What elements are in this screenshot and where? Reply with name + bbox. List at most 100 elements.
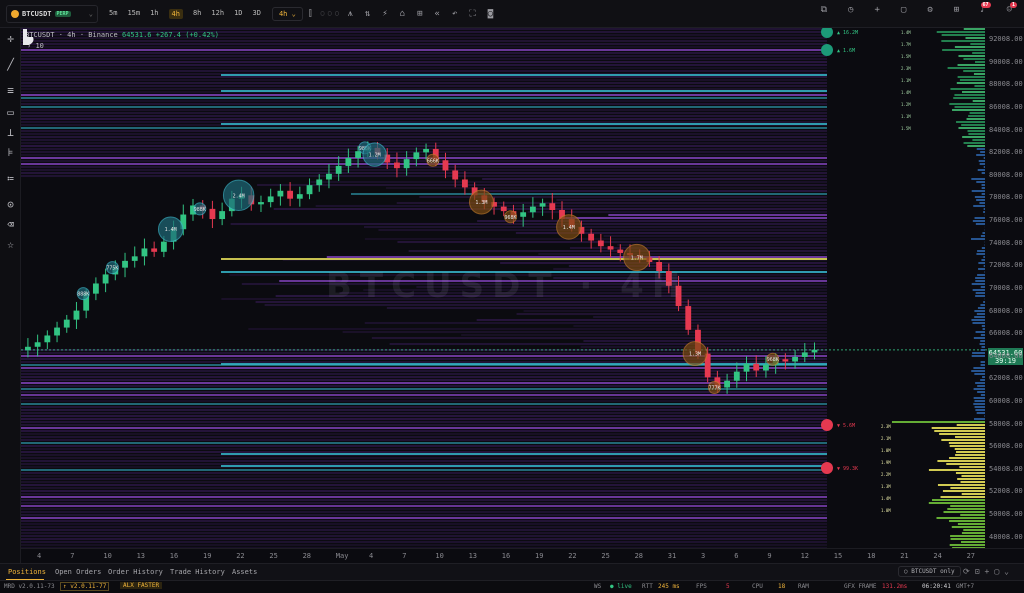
depth-bar — [981, 193, 985, 195]
heat-band — [21, 541, 827, 543]
depth-bar — [963, 28, 985, 30]
popout-icon[interactable]: ⧉ — [821, 5, 827, 15]
timeframe-1D[interactable]: 1D — [234, 9, 242, 19]
liquidity-wall — [221, 258, 827, 260]
heat-band — [21, 511, 827, 513]
star-icon[interactable]: ☆ — [4, 238, 17, 251]
depth-bar — [960, 541, 985, 543]
heat-band — [21, 409, 827, 411]
depth-label: 1.7M — [901, 42, 911, 47]
x-tick: 19 — [203, 552, 212, 560]
depth-label: 1.1M — [901, 114, 911, 119]
trade-bubble-label: 1.4M — [165, 227, 177, 233]
price-axis[interactable]: 64531.60 39:19 92008.00 90008.00 88008.00 8… — [987, 28, 1024, 548]
ws-label: WS — [594, 583, 602, 590]
x-tick: 22 — [568, 552, 577, 560]
timeframe-8h[interactable]: 8h — [193, 9, 201, 19]
tab-open-orders[interactable]: Open Orders — [55, 568, 101, 576]
timeframe-12h[interactable]: 12h — [211, 9, 224, 19]
undo-icon[interactable]: ↶ — [452, 9, 457, 19]
depth-bar — [934, 430, 985, 432]
chart-type-select[interactable]: ▢ ▢ ▢ — [321, 10, 339, 17]
depth-bar — [975, 277, 985, 279]
heat-band — [21, 169, 827, 171]
tab-trade-history[interactable]: Trade History — [170, 568, 225, 576]
trade-bubble-label: 775K — [106, 266, 118, 272]
heat-band — [21, 145, 827, 147]
heat-band — [21, 397, 827, 399]
timeframe-3D[interactable]: 3D — [253, 9, 261, 19]
depth-bar — [983, 211, 985, 213]
timeframe-15m[interactable]: 15m — [127, 9, 140, 19]
depth-bar — [963, 142, 985, 144]
bell-icon[interactable]: ♪ 67 — [980, 2, 991, 15]
candle-type-icon[interactable]: ⫿ — [309, 9, 312, 19]
user-icon[interactable]: ☺ 1 — [1007, 2, 1017, 15]
magnet-icon[interactable]: ⊙ — [4, 198, 17, 211]
y-tick: 84008.00 — [989, 125, 1023, 134]
trade-bubble-label: 1.3M — [689, 352, 701, 358]
depth-bar — [977, 391, 985, 393]
symbol-filter-toggle[interactable]: ○ BTCUSDT only — [898, 566, 961, 577]
candle-body — [539, 203, 546, 207]
depth-bar — [974, 406, 985, 408]
depth-bar — [974, 316, 985, 318]
candle-body — [763, 364, 769, 371]
layout-icon[interactable]: ⊞ — [417, 9, 422, 19]
x-tick: 10 — [435, 552, 444, 560]
candle-body — [394, 162, 400, 169]
candle-body — [403, 159, 410, 169]
order-marker — [821, 28, 833, 38]
trash-icon[interactable]: ⌫ — [4, 218, 17, 231]
candle-body — [500, 206, 507, 212]
grid-icon[interactable]: ⊞ — [954, 5, 959, 15]
symbol-selector[interactable]: BTCUSDT PERP ⌄ — [6, 4, 98, 23]
position-icon[interactable]: ⊧ — [4, 146, 17, 159]
timeframe-5m[interactable]: 5m — [109, 9, 117, 19]
add-icon[interactable]: + — [874, 5, 879, 15]
lightning-icon[interactable]: ⚡ — [382, 9, 387, 19]
tab-order-history[interactable]: Order History — [108, 568, 163, 576]
build-badge: ↑ v2.0.11-77 — [60, 582, 110, 591]
depth-bar — [970, 43, 985, 45]
timeframe-4h[interactable]: 4h — [168, 8, 183, 19]
measure-icon[interactable]: ⊥ — [4, 126, 17, 139]
fib-icon[interactable]: ≡ — [4, 84, 17, 97]
depth-bar — [936, 517, 985, 519]
trendline-icon[interactable]: ╱ — [4, 58, 17, 71]
tab-positions[interactable]: Positions — [8, 568, 46, 576]
window-icon[interactable]: ▢ — [901, 5, 906, 15]
compare-icon[interactable]: ⇅ — [365, 9, 370, 19]
depth-bar — [981, 247, 985, 249]
depth-bar — [972, 52, 985, 54]
heat-band — [21, 469, 827, 471]
depth-bar — [976, 199, 985, 201]
x-tick: 18 — [867, 552, 876, 560]
camera-icon[interactable]: ◙ — [488, 9, 493, 19]
text-icon[interactable]: ≔ — [4, 172, 17, 185]
heat-band — [21, 106, 827, 108]
indicators-icon[interactable]: ⩚ — [348, 9, 353, 19]
crosshair-icon[interactable]: ✛ — [4, 32, 17, 45]
settings-icon[interactable]: ⚙ — [927, 5, 932, 15]
depth-bar — [979, 343, 985, 345]
replay-icon[interactable]: « — [435, 9, 440, 19]
y-tick: 70008.00 — [989, 283, 1023, 292]
depth-bar — [975, 295, 985, 297]
build-value: v2.0.11-77 — [70, 583, 107, 590]
rectangle-icon[interactable]: ▭ — [4, 106, 17, 119]
trade-bubble-label: 777K — [708, 385, 720, 391]
heat-band — [565, 217, 827, 219]
chart-canvas[interactable]: 888K775K1.4M988K2.4M988K1.2M666K1.3M968K… — [21, 28, 987, 548]
panel-controls[interactable]: ⟳⊡+▢⌄ — [963, 567, 1014, 576]
fullscreen-icon[interactable]: ⛶ — [469, 9, 475, 19]
time-axis[interactable]: 4 7 10 13 16 19 22 25 28 May 4 7 10 13 16 19 22 25 28 31 3 6 9… — [21, 548, 1024, 563]
timeframe-1h[interactable]: 1h — [150, 9, 158, 19]
alert-icon[interactable]: ⌂ — [400, 9, 405, 19]
tab-assets[interactable]: Assets — [232, 568, 257, 576]
depth-bar — [954, 106, 985, 108]
history-icon[interactable]: ◷ — [848, 5, 853, 15]
interval-select[interactable]: 4h ⌄ — [271, 6, 303, 21]
depth-bar — [955, 472, 985, 474]
heat-band — [21, 529, 827, 531]
